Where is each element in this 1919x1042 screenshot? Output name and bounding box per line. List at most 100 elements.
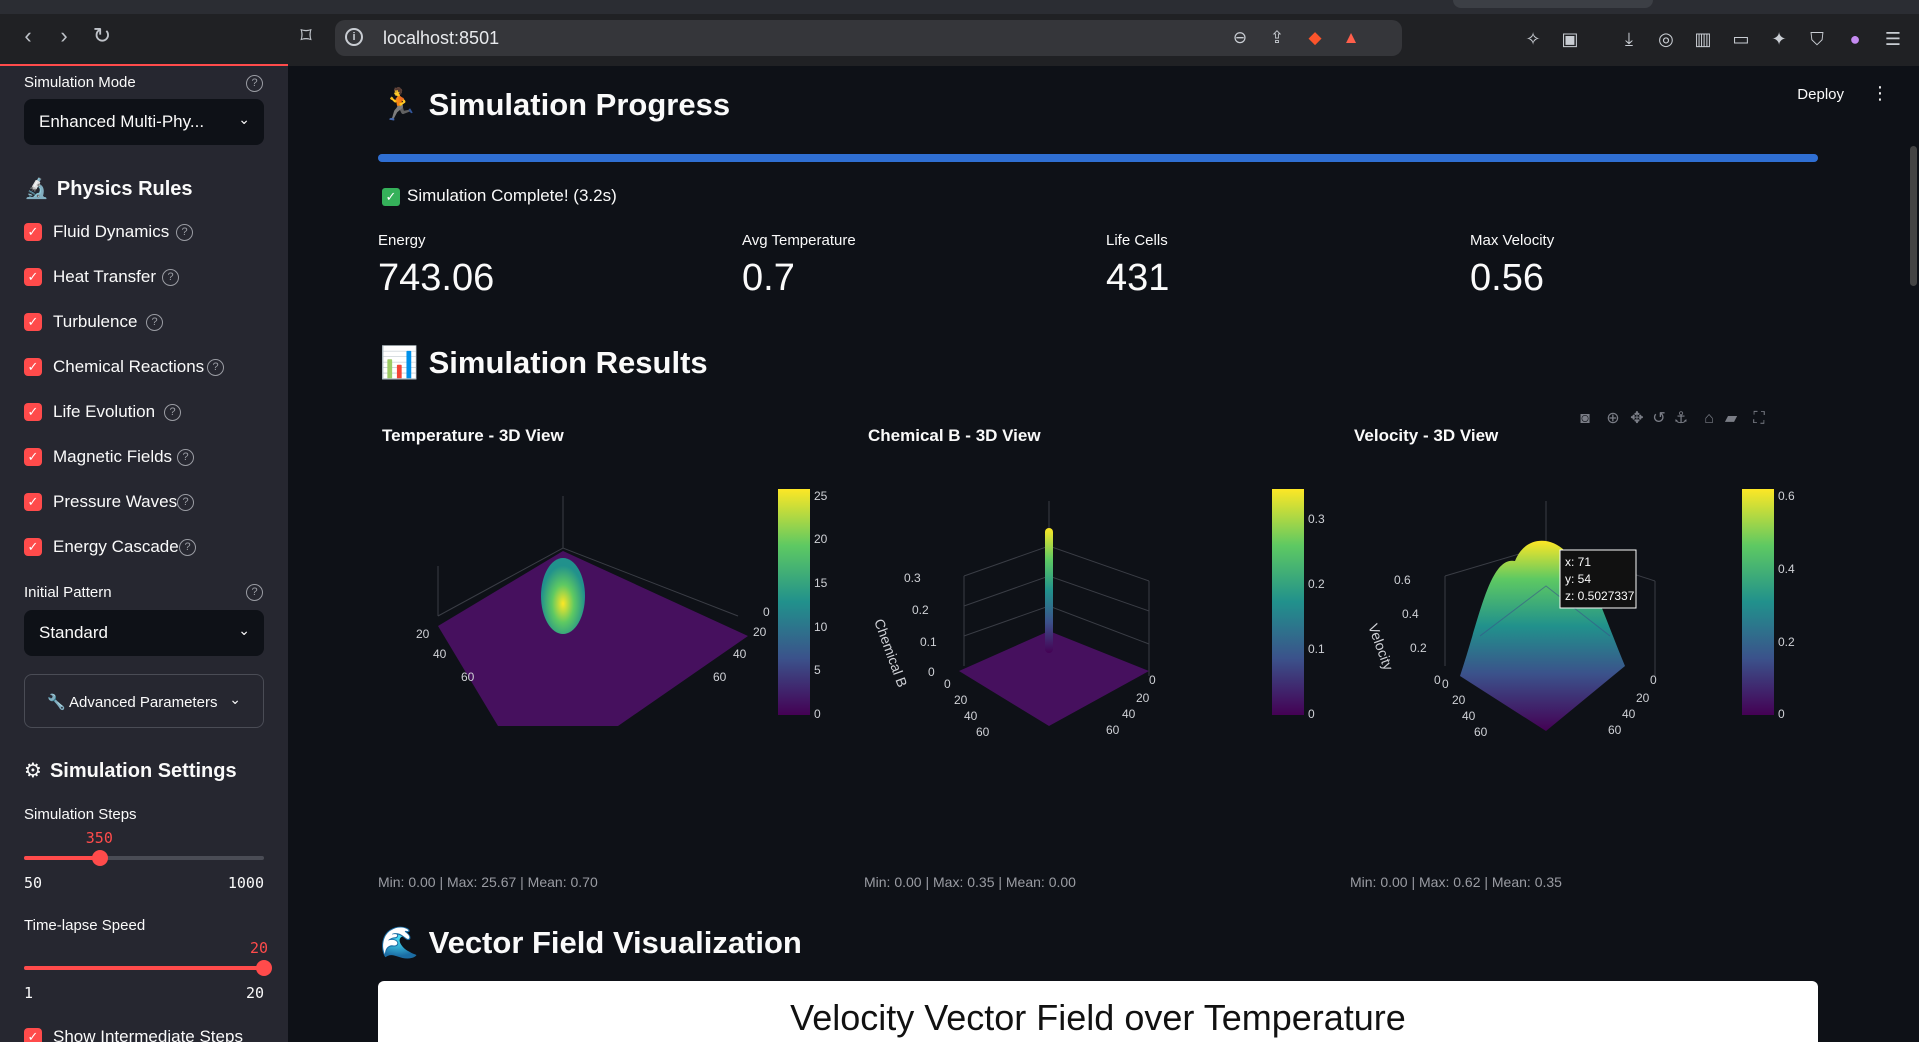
initial-pattern-select[interactable]: Standard ⌄ (24, 610, 264, 656)
checkbox-checked-icon: ✓ (24, 358, 42, 376)
chemical-b-3d-plot[interactable]: Chemical B - 3D View 0.3 0.2 0.1 0 Chemi… (864, 426, 1334, 776)
velocity-3d-surface[interactable]: 0.6 0.4 0.2 0 Velocity 0 20 40 60 0 20 4… (1350, 466, 1820, 776)
vector-field-heading: 🌊 Vector Field Visualization (380, 925, 802, 960)
axis-tick: 0 (944, 677, 951, 691)
colorbar-tick: 0 (1778, 707, 1785, 721)
share-icon[interactable]: ⇪ (1265, 26, 1289, 50)
axis-tick: 60 (976, 725, 990, 739)
colorbar-tick: 0 (1308, 707, 1315, 721)
physics-rules-heading: 🔬 Physics Rules (24, 178, 193, 200)
browser-chrome: ‹ › ↻ ⌑ i localhost:8501 ⊖ ⇪ ◆ ▲ ✧ ▣ ⤓ ◎… (0, 0, 1919, 66)
vpn-icon[interactable]: ⛉ (1804, 26, 1830, 52)
metric-avg-temperature: Avg Temperature 0.7 (742, 232, 856, 300)
timelapse-speed-max: 20 (245, 984, 264, 1002)
initial-pattern-value: Standard (39, 623, 108, 642)
checkbox-checked-icon: ✓ (24, 268, 42, 286)
temperature-3d-surface[interactable]: 0 20 40 60 20 40 60 25 20 15 10 5 0 (378, 466, 848, 776)
simulation-mode-select[interactable]: Enhanced Multi-Phy... ⌄ (24, 99, 264, 145)
forward-icon[interactable]: › (50, 22, 78, 50)
vector-field-figure[interactable]: Velocity Vector Field over Temperature (378, 981, 1818, 1042)
vector-field-figure-title: Velocity Vector Field over Temperature (790, 997, 1406, 1038)
timelapse-speed-label: Time-lapse Speed (24, 917, 146, 934)
colorbar (1742, 489, 1774, 715)
brave-shield-icon[interactable]: ◆ (1303, 26, 1327, 50)
slider-thumb[interactable] (91, 850, 108, 866)
deploy-button[interactable]: Deploy (1797, 86, 1844, 103)
colorbar-tick: 5 (814, 663, 821, 677)
axis-tick: 40 (1622, 707, 1636, 721)
rewards-icon[interactable]: ▲ (1339, 26, 1363, 50)
axis-tick: 20 (1136, 691, 1150, 705)
checkbox-checked-icon: ✓ (24, 1028, 42, 1042)
simulation-steps-slider[interactable] (24, 850, 264, 866)
help-icon[interactable]: ? (162, 269, 179, 286)
help-icon[interactable]: ? (177, 449, 194, 466)
temperature-stats: Min: 0.00 | Max: 25.67 | Mean: 0.70 (378, 874, 598, 890)
check-icon: ✓ (382, 188, 400, 206)
axis-tick: 40 (1122, 707, 1136, 721)
tooltip-z: z: 0.5027337 (1565, 589, 1635, 603)
wave-icon: 🌊 (380, 925, 419, 960)
colorbar-tick: 0.2 (1308, 577, 1325, 591)
advanced-parameters-expander[interactable]: 🔧 Advanced Parameters ⌄ (24, 674, 264, 728)
simulation-mode-label: Simulation Mode (24, 74, 136, 91)
extensions-icon[interactable]: ✧ (1520, 26, 1546, 52)
leo-icon[interactable]: ◎ (1653, 26, 1679, 52)
tab-search-icon[interactable]: ▣ (1557, 26, 1583, 52)
axis-tick: 0.6 (1394, 573, 1411, 587)
help-icon[interactable]: ? (179, 539, 196, 556)
results-heading: 📊 Simulation Results (380, 345, 708, 380)
colorbar-tick: 0.4 (1778, 562, 1795, 576)
profile-icon[interactable]: ● (1842, 26, 1868, 52)
wallet-icon[interactable]: ▭ (1728, 26, 1754, 52)
axis-tick: 0 (1149, 673, 1156, 687)
menu-icon[interactable]: ☰ (1880, 26, 1906, 52)
help-icon[interactable]: ? (146, 314, 163, 331)
help-icon[interactable]: ? (176, 224, 193, 241)
zoom-icon[interactable]: ⊖ (1228, 26, 1252, 50)
temperature-peak (541, 558, 585, 634)
colorbar-tick: 0.3 (1308, 512, 1325, 526)
gear-icon: ⚙ (24, 760, 42, 782)
download-icon[interactable]: ⤓ (1616, 26, 1642, 52)
site-info-icon[interactable]: i (345, 28, 363, 46)
sidebar-toggle-icon[interactable]: ▥ (1690, 26, 1716, 52)
chemical-b-stats: Min: 0.00 | Max: 0.35 | Mean: 0.00 (864, 874, 1076, 890)
address-bar[interactable]: i localhost:8501 ⊖ ⇪ ◆ ▲ (335, 20, 1402, 56)
axis-tick: 60 (1474, 725, 1488, 739)
ai-icon[interactable]: ✦ (1766, 26, 1792, 52)
axis-tick: 20 (954, 693, 968, 707)
help-icon[interactable]: ? (246, 75, 263, 92)
progress-bar-fill (378, 154, 1818, 162)
checkbox-checked-icon: ✓ (24, 313, 42, 331)
active-tab[interactable] (1453, 0, 1653, 8)
chemical-b-3d-surface[interactable]: 0.3 0.2 0.1 0 Chemical B 0 20 40 60 0 20… (864, 466, 1334, 776)
simulation-steps-value: 350 (85, 829, 113, 847)
slider-thumb[interactable] (256, 960, 272, 976)
help-icon[interactable]: ? (207, 359, 224, 376)
axis-tick: 40 (1462, 709, 1476, 723)
colorbar-tick: 0 (814, 707, 821, 721)
axis-tick: 60 (461, 670, 475, 684)
chevron-down-icon: ⌄ (229, 691, 241, 707)
scrollbar[interactable] (1910, 146, 1917, 286)
reload-icon[interactable]: ↻ (88, 22, 116, 50)
colorbar-tick: 15 (814, 576, 828, 590)
checkbox-checked-icon: ✓ (24, 223, 42, 241)
wrench-icon: 🔧 (47, 694, 70, 711)
velocity-3d-plot[interactable]: Velocity - 3D View 0.6 0.4 0.2 0 Velocit… (1350, 426, 1820, 776)
metric-label: Energy (378, 232, 426, 249)
velocity-stats: Min: 0.00 | Max: 0.62 | Mean: 0.35 (1350, 874, 1562, 890)
temperature-3d-plot[interactable]: Temperature - 3D View 0 20 40 60 20 40 6… (378, 426, 848, 776)
surface-base (438, 551, 748, 726)
bookmark-icon[interactable]: ⌑ (292, 22, 320, 50)
back-icon[interactable]: ‹ (14, 22, 42, 50)
simulation-steps-min: 50 (24, 874, 43, 892)
help-icon[interactable]: ? (177, 494, 194, 511)
help-icon[interactable]: ? (246, 584, 263, 601)
timelapse-speed-slider[interactable] (24, 960, 272, 976)
help-icon[interactable]: ? (164, 404, 181, 421)
colorbar-tick: 0.6 (1778, 489, 1795, 503)
advanced-parameters-label: 🔧 Advanced Parameters (47, 694, 218, 711)
more-menu-icon[interactable]: ⋮ (1871, 83, 1889, 104)
